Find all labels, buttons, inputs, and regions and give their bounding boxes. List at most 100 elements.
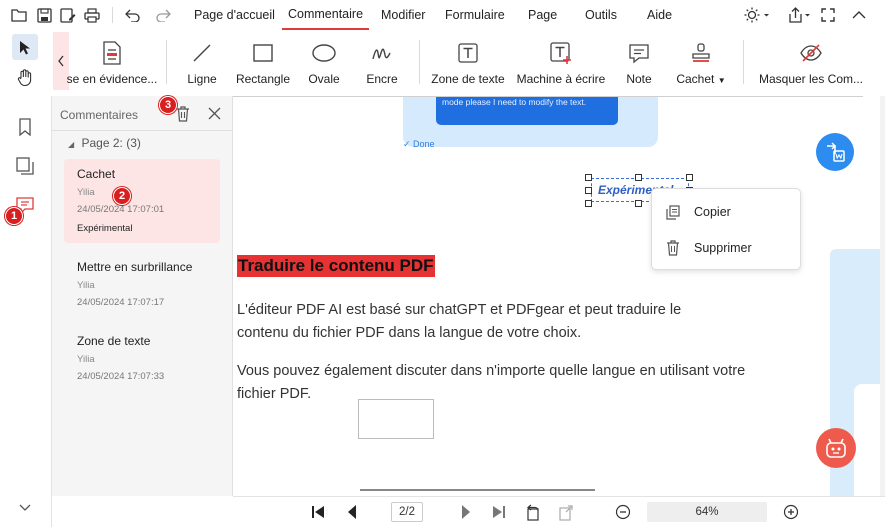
comment-user: Yilia (77, 187, 95, 198)
tab-help[interactable]: Aide (647, 0, 672, 30)
save-icon[interactable] (35, 6, 53, 24)
document-heading: Traduire le contenu PDF (237, 255, 435, 277)
textbox-tool[interactable]: Zone de texte (430, 30, 506, 92)
menu-bar: Page d'accueil Commentaire Modifier Form… (0, 0, 885, 30)
chat-bubble: mode please I need to modify the text. (436, 97, 618, 125)
oval-tool[interactable]: Ovale (304, 30, 344, 92)
ai-assistant-button[interactable] (816, 428, 856, 468)
panel-title: Commentaires (60, 108, 139, 122)
stamp-icon (690, 36, 712, 70)
textbox-icon (457, 36, 479, 70)
share-icon[interactable] (785, 6, 813, 24)
trash-icon[interactable] (176, 106, 192, 122)
vertical-scrollbar[interactable] (880, 96, 885, 496)
last-page-icon[interactable] (490, 503, 508, 521)
highlight-tool[interactable]: se en évidence... (66, 30, 158, 92)
collapse-ribbon-chevron-up-icon[interactable] (850, 6, 868, 24)
save-as-icon[interactable] (59, 6, 77, 24)
rectangle-tool[interactable]: Rectangle (234, 30, 292, 92)
resize-handle[interactable] (585, 200, 592, 207)
ink-pen-icon (371, 36, 393, 70)
ribbon-divider (166, 40, 167, 84)
zoom-out-icon[interactable] (614, 503, 632, 521)
panel-divider (52, 130, 233, 131)
embedded-screenshot-card: mode please I need to modify the text. ✓… (403, 97, 658, 149)
rotate-page-icon[interactable] (524, 503, 542, 521)
note-tool[interactable]: Note (619, 30, 659, 92)
previous-page-icon[interactable] (343, 503, 361, 521)
comment-type: Cachet (77, 167, 116, 181)
comment-type: Zone de texte (77, 334, 151, 348)
comment-item[interactable]: Mettre en surbrillance Yilia 24/05/2024 … (64, 252, 220, 318)
resize-handle[interactable] (585, 187, 592, 194)
note-icon (628, 36, 650, 70)
trash-icon (667, 240, 679, 256)
ink-tool[interactable]: Encre (362, 30, 402, 92)
toolbar-divider (112, 7, 113, 23)
first-page-icon[interactable] (309, 503, 327, 521)
comment-date: 24/05/2024 17:07:01 (77, 204, 165, 215)
ribbon-toolbar: se en évidence... Ligne Rectangle Ovale … (0, 30, 885, 96)
resize-handle[interactable] (635, 200, 642, 207)
step-badge-1: 1 (5, 207, 23, 225)
highlight-icon (101, 36, 123, 70)
convert-to-word-button[interactable] (816, 133, 854, 171)
line-tool[interactable]: Ligne (182, 30, 222, 92)
chevron-down-icon: ▼ (717, 76, 726, 85)
hide-comments-tool[interactable]: Masquer les Com... (755, 30, 867, 92)
fullscreen-icon[interactable] (819, 6, 837, 24)
comment-item[interactable]: Zone de texte Yilia 24/05/2024 17:07:33 (64, 326, 220, 392)
typewriter-icon (549, 36, 573, 70)
print-icon[interactable] (83, 6, 101, 24)
next-page-icon[interactable] (457, 503, 475, 521)
hand-tool-icon[interactable] (14, 66, 36, 88)
done-label: ✓ Done (403, 139, 435, 149)
select-tool-arrow-icon[interactable] (12, 34, 38, 60)
tab-comment[interactable]: Commentaire (282, 0, 370, 30)
convert-word-icon (827, 142, 845, 162)
page-group-header[interactable]: ◢ Page 2: (3) (68, 136, 141, 150)
delete-menu-item[interactable]: Supprimer (666, 238, 752, 258)
horizontal-scrollbar[interactable] (360, 489, 595, 491)
typewriter-tool[interactable]: Machine à écrire (515, 30, 607, 92)
tab-form[interactable]: Formulaire (445, 0, 505, 30)
theme-sun-icon[interactable] (743, 6, 771, 24)
comments-panel: Commentaires 3 ◢ Page 2: (3) Cachet Yili… (52, 96, 233, 496)
triangle-down-icon: ◢ (68, 140, 75, 149)
document-view[interactable]: mode please I need to modify the text. ✓… (233, 97, 885, 496)
undo-icon[interactable] (124, 6, 142, 24)
navigation-bar: 2/2 64% (233, 496, 885, 527)
tab-tools[interactable]: Outils (585, 0, 617, 30)
comment-item[interactable]: Cachet Yilia 24/05/2024 17:07:01 Expérim… (64, 159, 220, 243)
close-icon[interactable] (208, 107, 222, 121)
comment-user: Yilia (77, 354, 95, 365)
page-number-input[interactable]: 2/2 (391, 502, 423, 522)
resize-handle[interactable] (635, 174, 642, 181)
robot-icon (826, 438, 846, 458)
zoom-level-field[interactable]: 64% (647, 502, 767, 522)
rectangle-annotation[interactable] (358, 399, 434, 439)
comment-user: Yilia (77, 280, 95, 291)
redo-icon[interactable] (154, 6, 172, 24)
context-menu: Copier Supprimer (651, 188, 801, 270)
comment-type: Mettre en surbrillance (77, 260, 193, 274)
open-folder-icon[interactable] (10, 6, 28, 24)
pages-thumbnail-icon[interactable] (14, 155, 36, 177)
tab-page[interactable]: Page (528, 0, 557, 30)
chevron-down-icon[interactable] (14, 497, 36, 519)
rectangle-icon (252, 36, 274, 70)
bookmark-icon[interactable] (14, 116, 36, 138)
zoom-in-icon[interactable] (782, 503, 800, 521)
document-paragraph: L'éditeur PDF AI est basé sur chatGPT et… (237, 302, 682, 341)
export-page-icon[interactable] (557, 503, 575, 521)
resize-handle[interactable] (686, 174, 693, 181)
comment-text: Expérimental (77, 223, 133, 234)
resize-handle[interactable] (585, 174, 592, 181)
tab-home[interactable]: Page d'accueil (194, 0, 275, 30)
tab-edit[interactable]: Modifier (381, 0, 425, 30)
copy-menu-item[interactable]: Copier (666, 202, 731, 222)
ribbon-divider (743, 40, 744, 84)
comment-date: 24/05/2024 17:07:17 (77, 297, 165, 308)
line-icon (191, 36, 213, 70)
stamp-tool[interactable]: Cachet ▼ (672, 30, 730, 92)
